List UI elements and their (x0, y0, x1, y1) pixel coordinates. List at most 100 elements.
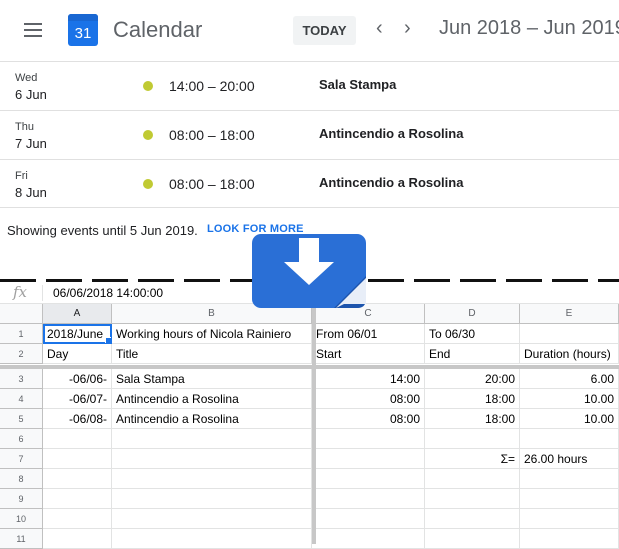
cell-d5[interactable]: 18:00 (425, 409, 520, 429)
table-row: 7 Σ= 26.00 hours (0, 449, 619, 469)
column-header-e[interactable]: E (520, 304, 619, 324)
calendar-header: 31 Calendar TODAY ‹ › Jun 2018 – Jun 201… (0, 0, 619, 61)
cell-b3[interactable]: Sala Stampa (112, 369, 312, 389)
cell-e11[interactable] (520, 529, 619, 549)
cell-b10[interactable] (112, 509, 312, 529)
cell-a8[interactable] (43, 469, 112, 489)
row-header[interactable]: 2 (0, 344, 43, 364)
cell-a3[interactable]: -06/06- (43, 369, 112, 389)
formula-input[interactable]: 06/06/2018 14:00:00 (53, 286, 163, 300)
cell-a6[interactable] (43, 429, 112, 449)
cell-b4[interactable]: Antincendio a Rosolina (112, 389, 312, 409)
row-header[interactable]: 11 (0, 529, 43, 549)
row-header[interactable]: 1 (0, 324, 43, 344)
row-header[interactable]: 10 (0, 509, 43, 529)
cell-b11[interactable] (112, 529, 312, 549)
row-header[interactable]: 3 (0, 369, 43, 389)
cell-a9[interactable] (43, 489, 112, 509)
cell-c3[interactable]: 14:00 (312, 369, 425, 389)
table-row: 1 2018/June Working hours of Nicola Rain… (0, 324, 619, 344)
cell-e5[interactable]: 10.00 (520, 409, 619, 429)
cell-e3[interactable]: 6.00 (520, 369, 619, 389)
cell-c4[interactable]: 08:00 (312, 389, 425, 409)
row-header[interactable]: 4 (0, 389, 43, 409)
cell-a7[interactable] (43, 449, 112, 469)
cell-d7[interactable]: Σ= (425, 449, 520, 469)
cell-e4[interactable]: 10.00 (520, 389, 619, 409)
column-header-a[interactable]: A (43, 304, 112, 324)
cell-c8[interactable] (312, 469, 425, 489)
cell-c5[interactable]: 08:00 (312, 409, 425, 429)
cell-d1[interactable]: To 06/30 (425, 324, 520, 344)
event-time: 14:00 – 20:00 (169, 78, 255, 94)
cell-c11[interactable] (312, 529, 425, 549)
cell-e9[interactable] (520, 489, 619, 509)
cell-a10[interactable] (43, 509, 112, 529)
event-date: 8 Jun (15, 185, 47, 200)
formula-separator (42, 285, 43, 301)
row-header[interactable]: 5 (0, 409, 43, 429)
cell-d11[interactable] (425, 529, 520, 549)
cell-b9[interactable] (112, 489, 312, 509)
table-row: 2 Day Title Start End Duration (hours) (0, 344, 619, 364)
corner-cell[interactable] (0, 304, 43, 324)
cell-d9[interactable] (425, 489, 520, 509)
hamburger-menu-icon[interactable] (24, 23, 42, 37)
cell-b5[interactable]: Antincendio a Rosolina (112, 409, 312, 429)
event-time: 08:00 – 18:00 (169, 127, 255, 143)
event-color-dot (143, 81, 153, 91)
event-row[interactable]: Thu 7 Jun 08:00 – 18:00 Antincendio a Ro… (0, 110, 619, 159)
row-header[interactable]: 6 (0, 429, 43, 449)
cell-c6[interactable] (312, 429, 425, 449)
fx-icon: fx (13, 283, 28, 301)
date-range-label: Jun 2018 – Jun 2019 (439, 17, 619, 39)
table-row: 10 (0, 509, 619, 529)
chevron-left-icon[interactable]: ‹ (376, 17, 383, 40)
chevron-right-icon[interactable]: › (404, 17, 411, 40)
cell-a1[interactable]: 2018/June (43, 324, 112, 344)
cell-b7[interactable] (112, 449, 312, 469)
row-header[interactable]: 8 (0, 469, 43, 489)
today-button[interactable]: TODAY (293, 16, 356, 45)
cell-c7[interactable] (312, 449, 425, 469)
row-header[interactable]: 7 (0, 449, 43, 469)
event-day-of-week: Thu (15, 121, 34, 133)
row-header[interactable]: 9 (0, 489, 43, 509)
cell-b6[interactable] (112, 429, 312, 449)
cell-c2[interactable]: Start (312, 344, 425, 364)
cell-d8[interactable] (425, 469, 520, 489)
cell-e7[interactable]: 26.00 hours (520, 449, 619, 469)
frozen-columns-divider[interactable] (312, 282, 316, 544)
divider (0, 207, 619, 208)
cell-a4[interactable]: -06/07- (43, 389, 112, 409)
cell-a5[interactable]: -06/08- (43, 409, 112, 429)
event-color-dot (143, 179, 153, 189)
cell-c1[interactable]: From 06/01 (312, 324, 425, 344)
cell-d2[interactable]: End (425, 344, 520, 364)
spreadsheet: fx 06/06/2018 14:00:00 A B C D E 1 2018/… (0, 282, 619, 549)
cell-d3[interactable]: 20:00 (425, 369, 520, 389)
event-title: Antincendio a Rosolina (319, 175, 464, 190)
column-header-d[interactable]: D (425, 304, 520, 324)
cell-e6[interactable] (520, 429, 619, 449)
cell-e1[interactable] (520, 324, 619, 344)
app-title: Calendar (113, 17, 203, 42)
cell-d10[interactable] (425, 509, 520, 529)
cell-a2[interactable]: Day (43, 344, 112, 364)
cell-d6[interactable] (425, 429, 520, 449)
download-icon (252, 234, 366, 308)
table-row: 9 (0, 489, 619, 509)
cell-b2[interactable]: Title (112, 344, 312, 364)
cell-d4[interactable]: 18:00 (425, 389, 520, 409)
frozen-rows-divider[interactable] (0, 365, 619, 369)
cell-c9[interactable] (312, 489, 425, 509)
cell-b1[interactable]: Working hours of Nicola Rainiero (112, 324, 312, 344)
event-row[interactable]: Fri 8 Jun 08:00 – 18:00 Antincendio a Ro… (0, 159, 619, 208)
cell-c10[interactable] (312, 509, 425, 529)
event-row[interactable]: Wed 6 Jun 14:00 – 20:00 Sala Stampa (0, 61, 619, 110)
cell-e10[interactable] (520, 509, 619, 529)
cell-a11[interactable] (43, 529, 112, 549)
cell-e2[interactable]: Duration (hours) (520, 344, 619, 364)
cell-e8[interactable] (520, 469, 619, 489)
cell-b8[interactable] (112, 469, 312, 489)
